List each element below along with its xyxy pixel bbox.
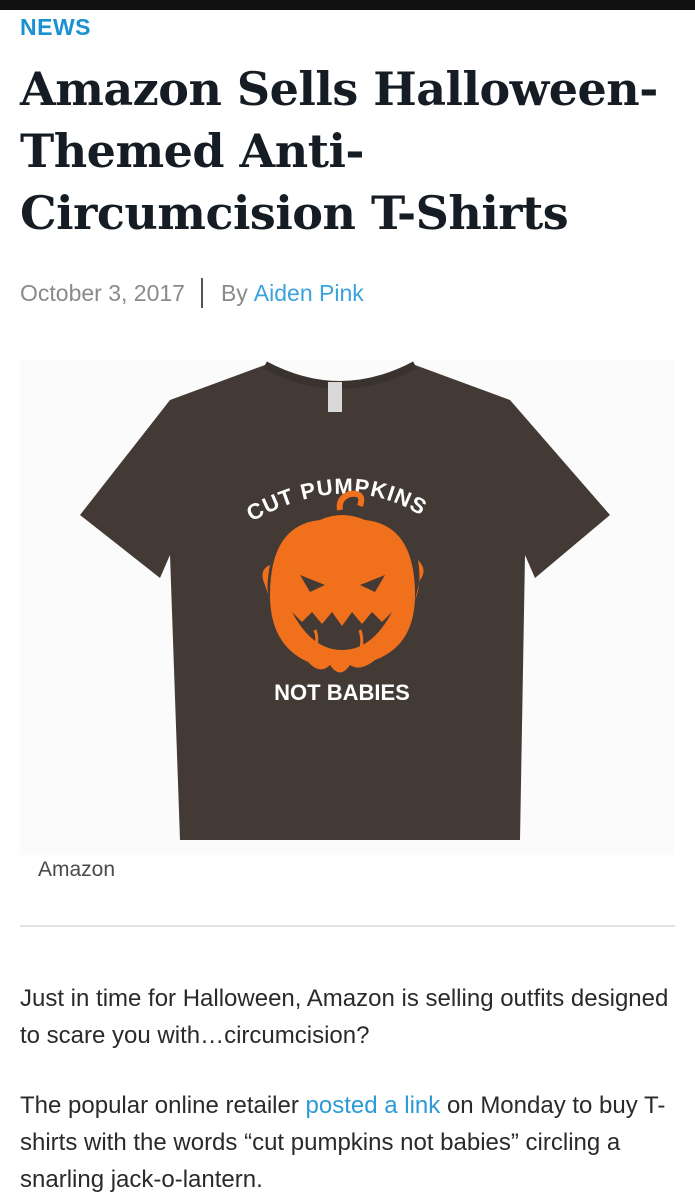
publish-date: October 3, 2017 — [20, 279, 185, 306]
article-image[interactable]: CUT PUMPKINS NOT BABIES — [20, 360, 675, 855]
byline-prefix: By — [220, 279, 248, 306]
byline-divider — [200, 278, 203, 308]
top-bar — [0, 0, 695, 10]
article-headline: Amazon Sells Halloween-Themed Anti-Circu… — [20, 62, 658, 240]
section-kicker[interactable]: NEWS — [20, 14, 91, 41]
shirt-text-bottom: NOT BABIES — [274, 680, 410, 705]
tshirt-illustration: CUT PUMPKINS NOT BABIES — [80, 361, 610, 840]
section-divider — [20, 925, 675, 927]
image-caption: Amazon — [38, 858, 116, 881]
paragraph-text: The popular online retailer — [20, 1092, 306, 1119]
byline: October 3, 2017 By Aiden Pink — [20, 278, 364, 308]
posted-link[interactable]: posted a link — [306, 1092, 441, 1119]
author-link[interactable]: Aiden Pink — [254, 280, 364, 307]
body-paragraph-1: Just in time for Halloween, Amazon is se… — [20, 985, 669, 1049]
tshirt-tag — [328, 382, 342, 412]
body-paragraph-2: The popular online retailer posted a lin… — [20, 1087, 675, 1198]
